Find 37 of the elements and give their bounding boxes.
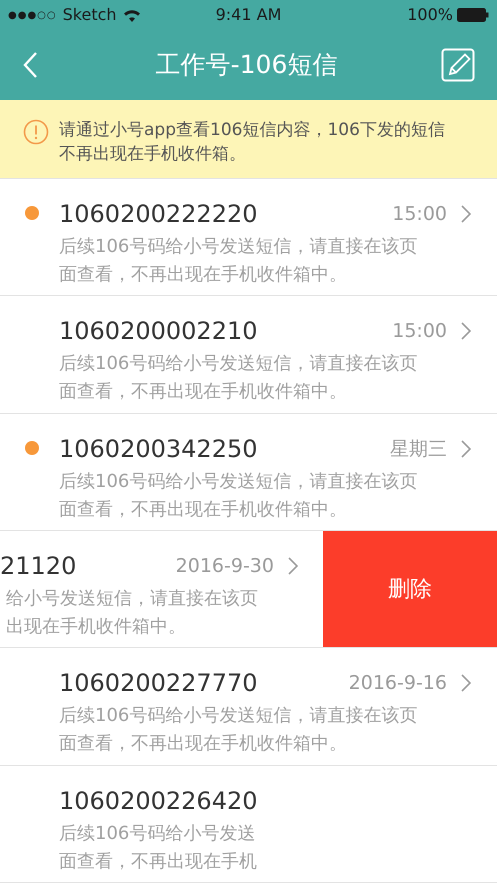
- phone-number: 1060200342250: [59, 434, 259, 464]
- message-time: 2016-9-30: [176, 554, 274, 579]
- battery-icon: [456, 8, 489, 22]
- page-title: 工作号-106短信: [154, 49, 338, 82]
- phone-number: 1060200222220: [59, 199, 259, 230]
- message-time: 2016-9-16: [348, 671, 447, 696]
- edit-button[interactable]: [441, 48, 475, 82]
- chevron-right-icon: [288, 557, 298, 576]
- message-preview: 给小号发送短信，请直接在该页 出现在手机收件箱中。: [5, 587, 259, 640]
- chevron-right-icon: [461, 205, 471, 224]
- carrier-name: Sketch: [62, 4, 117, 26]
- message-time: 星期三: [390, 436, 447, 462]
- chevron-right-icon: [461, 674, 471, 692]
- notice-text: 请通过小号app查看106短信内容，106下发的短信不再出现在手机收件箱。: [59, 119, 446, 166]
- message-time: 15:00: [392, 202, 447, 227]
- phone-number: 1060200002210: [59, 316, 259, 346]
- wifi-icon: [122, 8, 141, 22]
- message-preview: 后续106号码给小号发送短信，请直接在该页 面查看，不再出现在手机收件箱中。: [59, 704, 418, 756]
- message-row[interactable]: 1060200226420 后续106号码给小号发送 面查看，不再出现在手机: [0, 766, 497, 883]
- message-preview: 后续106号码给小号发送 面查看，不再出现在手机: [59, 822, 258, 874]
- chevron-right-icon: [461, 322, 471, 340]
- message-preview: 后续106号码给小号发送短信，请直接在该页 面查看，不再出现在手机收件箱中。: [59, 470, 418, 522]
- message-time: 15:00: [392, 319, 447, 344]
- message-preview: 后续106号码给小号发送短信，请直接在该页 面查看，不再出现在手机收件箱中。: [59, 352, 418, 404]
- phone-number: 1060200226420: [59, 786, 259, 816]
- phone-number: 1060200227770: [59, 668, 259, 698]
- phone-number: 21120: [0, 551, 78, 582]
- pencil-square-icon: [441, 48, 475, 82]
- battery-percent: 100%: [407, 4, 453, 26]
- delete-button[interactable]: 删除: [323, 531, 497, 648]
- chevron-left-icon: [22, 51, 38, 79]
- chevron-right-icon: [461, 440, 471, 458]
- warning-icon: [23, 119, 49, 145]
- status-time: 9:41 AM: [214, 4, 282, 26]
- signal-strength: ●●●○○: [8, 8, 57, 22]
- message-row[interactable]: 21120 2016-9-30 给小号发送短信，请直接在该页 出现在手机收件箱中。 删除: [0, 531, 497, 648]
- message-preview: 后续106号码给小号发送短信，请直接在该页 面查看，不再出现在手机收件箱中。: [59, 235, 418, 288]
